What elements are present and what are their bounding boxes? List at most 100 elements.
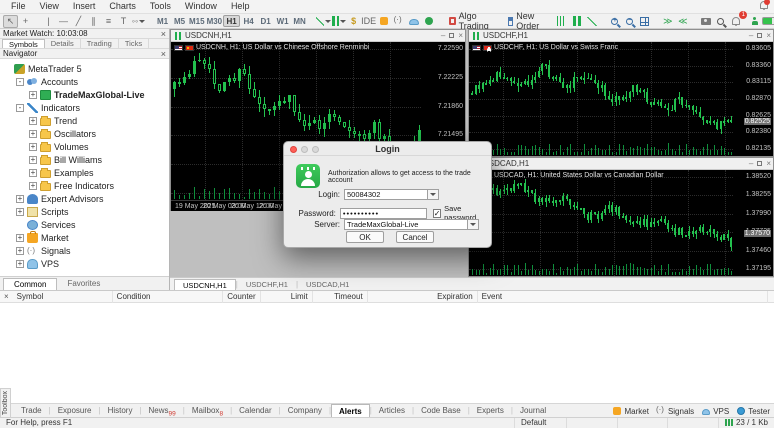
column-header-counter[interactable]: Counter bbox=[223, 291, 261, 303]
minimize-icon[interactable]: – bbox=[749, 30, 753, 41]
alerts-table-body[interactable] bbox=[0, 303, 774, 403]
market-watch-tab-ticks[interactable]: Ticks bbox=[119, 39, 149, 48]
nav-item-market[interactable]: +Market bbox=[0, 231, 169, 244]
alerts-bell-icon[interactable]: 1 bbox=[728, 15, 743, 28]
nav-item-trademaxglobal-live[interactable]: +TradeMaxGlobal-Live bbox=[0, 88, 169, 101]
status-connection[interactable]: 23 / 1 Kb bbox=[719, 418, 774, 428]
market-watch-tab-details[interactable]: Details bbox=[45, 39, 81, 48]
algo-trading-button[interactable]: Algo Trading bbox=[444, 15, 495, 28]
minimize-icon[interactable]: – bbox=[749, 158, 753, 169]
chart-window-titlebar[interactable]: USDCAD,H1 – bbox=[469, 158, 773, 170]
timeframe-button-h4[interactable]: H4 bbox=[240, 15, 257, 27]
timeframe-button-m30[interactable]: M30 bbox=[206, 15, 224, 27]
maximize-icon[interactable] bbox=[757, 33, 762, 38]
nav-item-bill-williams[interactable]: +Bill Williams bbox=[0, 153, 169, 166]
timeframe-button-m15[interactable]: M15 bbox=[188, 15, 206, 27]
expand-icon[interactable]: + bbox=[29, 143, 37, 151]
market-icon[interactable] bbox=[376, 15, 391, 28]
search-icon[interactable] bbox=[713, 15, 728, 28]
toolbox-tab-code-base[interactable]: Code Base bbox=[414, 404, 468, 417]
toolbox-tab-exposure[interactable]: Exposure bbox=[51, 404, 99, 417]
objects-dropdown-icon[interactable] bbox=[331, 15, 346, 28]
timeframe-button-mn[interactable]: MN bbox=[291, 15, 308, 27]
nav-item-metatrader-5[interactable]: +MetaTrader 5 bbox=[0, 62, 169, 75]
column-header-limit[interactable]: Limit bbox=[261, 291, 313, 303]
toolbox-tab-experts[interactable]: Experts bbox=[470, 404, 511, 417]
nav-item-signals[interactable]: +Signals bbox=[0, 244, 169, 257]
chart-tab-usdcnh-h1[interactable]: USDCNH,H1 bbox=[174, 279, 236, 290]
chart-plot-usdchf[interactable]: USDCHF, H1: US Dollar vs Swiss Franc 0.8… bbox=[469, 42, 773, 156]
vps-button[interactable]: VPS bbox=[702, 407, 729, 416]
auto-scroll-icon[interactable]: ≪ bbox=[675, 15, 690, 28]
tile-windows-icon[interactable] bbox=[637, 15, 652, 28]
login-input[interactable]: 50084302 bbox=[344, 189, 428, 200]
ide-button[interactable]: IDE bbox=[361, 15, 376, 28]
navigator-tab-common[interactable]: Common bbox=[3, 278, 57, 290]
text-tool-icon[interactable]: T bbox=[116, 15, 131, 28]
nav-item-examples[interactable]: +Examples bbox=[0, 166, 169, 179]
login-dialog-titlebar[interactable]: Login bbox=[284, 142, 491, 156]
login-combo-arrow-icon[interactable] bbox=[428, 189, 439, 200]
expand-icon[interactable]: + bbox=[16, 208, 24, 216]
column-header-expiration[interactable]: Expiration bbox=[368, 291, 478, 303]
market-watch-tab-symbols[interactable]: Symbols bbox=[2, 39, 45, 48]
chart-tab-usdcad-h1[interactable]: USDCAD,H1 bbox=[298, 279, 357, 290]
nav-item-services[interactable]: +Services bbox=[0, 218, 169, 231]
nav-item-expert-advisors[interactable]: +Expert Advisors bbox=[0, 192, 169, 205]
cursor-tool-icon[interactable]: ↖ bbox=[3, 15, 18, 28]
nav-item-trend[interactable]: +Trend bbox=[0, 114, 169, 127]
close-icon[interactable] bbox=[766, 30, 771, 41]
menu-item-tools[interactable]: Tools bbox=[143, 0, 178, 13]
menu-item-file[interactable]: File bbox=[4, 0, 33, 13]
toolbox-tab-mailbox[interactable]: Mailbox8 bbox=[185, 404, 230, 417]
expand-icon[interactable]: + bbox=[29, 130, 37, 138]
toolbox-tab-articles[interactable]: Articles bbox=[372, 404, 412, 417]
timeframe-button-h1[interactable]: H1 bbox=[223, 15, 240, 27]
toolbox-tab-calendar[interactable]: Calendar bbox=[232, 404, 278, 417]
password-input[interactable]: •••••••••• bbox=[340, 208, 427, 219]
navigator-close-icon[interactable] bbox=[161, 49, 166, 59]
collapse-icon[interactable]: - bbox=[16, 78, 24, 86]
nav-item-accounts[interactable]: -Accounts bbox=[0, 75, 169, 88]
shift-chart-icon[interactable]: ≫ bbox=[660, 15, 675, 28]
toolbox-side-tab[interactable]: Toolbox bbox=[0, 388, 11, 418]
navigator-tab-favorites[interactable]: Favorites bbox=[57, 278, 110, 290]
chart-window-usdchf[interactable]: USDCHF,H1 – USDCHF, H1: US Dollar vs Swi… bbox=[468, 29, 774, 157]
close-icon[interactable] bbox=[458, 30, 463, 41]
timeframe-button-m1[interactable]: M1 bbox=[154, 15, 171, 27]
save-password-checkbox[interactable] bbox=[433, 209, 442, 218]
timeframe-button-m5[interactable]: M5 bbox=[171, 15, 188, 27]
account-person-icon[interactable] bbox=[747, 15, 762, 28]
community-icon[interactable] bbox=[421, 15, 436, 28]
timeframe-button-d1[interactable]: D1 bbox=[257, 15, 274, 27]
column-header-timeout[interactable]: Timeout bbox=[313, 291, 368, 303]
nav-item-indicators[interactable]: -Indicators bbox=[0, 101, 169, 114]
candlestick-chart-type-icon[interactable] bbox=[569, 15, 584, 28]
column-header-symbol[interactable]: Symbol bbox=[13, 291, 113, 303]
navigator-header[interactable]: Navigator bbox=[0, 49, 169, 59]
expand-icon[interactable]: + bbox=[29, 117, 37, 125]
toolbox-tab-history[interactable]: History bbox=[101, 404, 140, 417]
zoom-in-icon[interactable]: + bbox=[607, 15, 622, 28]
signals-button[interactable]: Signals bbox=[657, 407, 694, 416]
menu-item-charts[interactable]: Charts bbox=[102, 0, 143, 13]
toolbox-tab-trade[interactable]: Trade bbox=[14, 404, 49, 417]
line-chart-type-icon[interactable] bbox=[584, 15, 599, 28]
nav-item-free-indicators[interactable]: +Free Indicators bbox=[0, 179, 169, 192]
menu-item-help[interactable]: Help bbox=[224, 0, 257, 13]
dialog-minimize-traffic-light[interactable] bbox=[301, 146, 308, 153]
nav-item-volumes[interactable]: +Volumes bbox=[0, 140, 169, 153]
indicators-dropdown-icon[interactable] bbox=[316, 15, 331, 28]
expand-icon[interactable]: + bbox=[29, 91, 37, 99]
chart-tab-usdchf-h1[interactable]: USDCHF,H1 bbox=[238, 279, 296, 290]
trendline-tool-icon[interactable]: ╱ bbox=[71, 15, 86, 28]
market-button[interactable]: Market bbox=[613, 407, 648, 416]
maximize-icon[interactable] bbox=[449, 33, 454, 38]
connection-quality-icon[interactable] bbox=[762, 15, 774, 28]
vps-cloud-icon[interactable] bbox=[406, 15, 421, 28]
nav-item-oscillators[interactable]: +Oscillators bbox=[0, 127, 169, 140]
server-combo-arrow-icon[interactable] bbox=[468, 219, 479, 230]
tester-button[interactable]: Tester bbox=[737, 407, 770, 416]
market-watch-tab-trading[interactable]: Trading bbox=[81, 39, 119, 48]
close-icon[interactable] bbox=[766, 158, 771, 169]
